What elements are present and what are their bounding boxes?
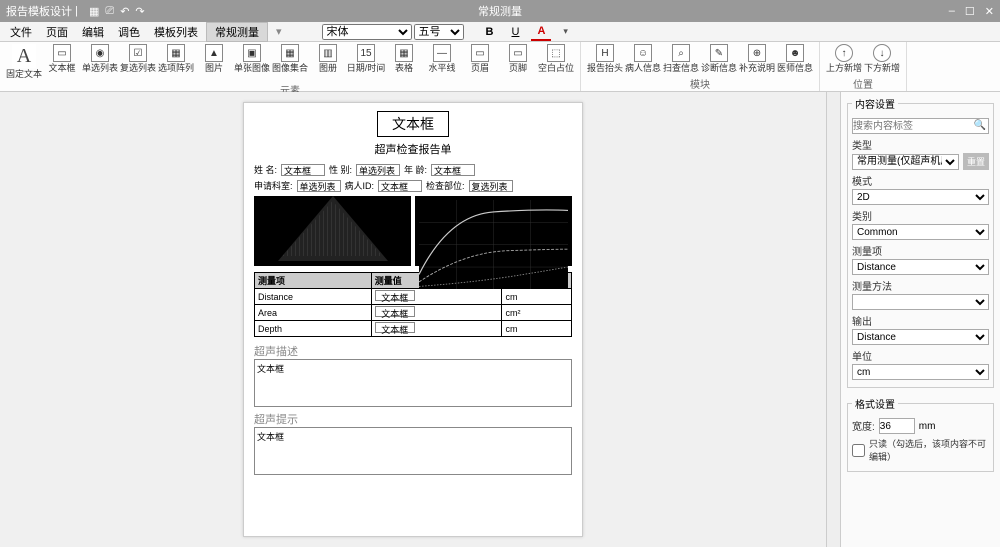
field-name[interactable]: 文本框 [281,164,325,176]
rib-scan-info[interactable]: ⌕扫查信息 [665,44,697,74]
rib-diagnosis-info[interactable]: ✎诊断信息 [703,44,735,74]
report-page: 文本框 超声检查报告单 姓 名:文本框 性 别:单选列表 年 龄:文本框 申请科… [243,102,583,537]
mode-select[interactable]: 2D [852,189,989,205]
ribbon-group-position: 位置 [828,74,898,91]
rib-insert-above[interactable]: ↑上方新增 [828,44,860,74]
hint-title: 超声提示 [254,411,572,427]
rib-check-list[interactable]: ☑复选列表 [122,44,154,74]
align-center-icon[interactable] [610,27,622,37]
vertical-scrollbar[interactable] [826,92,840,547]
rib-insert-below[interactable]: ↓下方新增 [866,44,898,74]
readonly-checkbox[interactable] [852,444,865,457]
menu-edit[interactable]: 编辑 [76,22,110,42]
search-icon[interactable]: 🔍 [974,120,986,131]
rib-single-image[interactable]: ▣单张图像 [236,44,268,74]
rib-radio-list[interactable]: ◉单选列表 [84,44,116,74]
rib-fixed-text[interactable]: A固定文本 [8,44,40,80]
rib-spacer[interactable]: ⬚空白占位 [540,44,572,74]
properties-panel: 内容设置 🔍 类型 常用测量(仅超声机用) 重置 模式2D 类别Common 测… [840,92,1000,547]
graph-image[interactable] [415,196,572,266]
doc-subtitle: 超声检查报告单 [254,141,572,157]
rib-hr[interactable]: —水平线 [426,44,458,74]
hint-box[interactable]: 文本框 [254,427,572,475]
field-dept[interactable]: 单选列表 [297,180,341,192]
search-input[interactable] [852,118,989,134]
rib-picture[interactable]: ▲图片 [198,44,230,74]
table-row: Depth文本框cm [255,321,572,337]
font-family-select[interactable]: 宋体 [322,24,412,40]
field-part[interactable]: 复选列表 [469,180,513,192]
undo-icon[interactable]: ↶ [120,5,129,18]
desc-title: 超声描述 [254,343,572,359]
align-right-icon[interactable] [624,27,636,37]
rib-image-set[interactable]: ▦图像集合 [274,44,306,74]
font-size-select[interactable]: 五号 [414,24,464,40]
ultrasound-image[interactable] [254,196,411,266]
type-select[interactable]: 常用测量(仅超声机用) [852,154,959,170]
align-left-icon[interactable] [596,27,608,37]
content-settings-title: 内容设置 [852,96,898,111]
open-icon[interactable]: ⎚ [105,5,114,18]
rib-extra-info[interactable]: ⊕补充说明 [741,44,773,74]
menu-page[interactable]: 页面 [40,22,74,42]
canvas[interactable]: 文本框 超声检查报告单 姓 名:文本框 性 别:单选列表 年 龄:文本框 申请科… [0,92,826,547]
rib-header[interactable]: ▭页眉 [464,44,496,74]
output-select[interactable]: Distance [852,329,989,345]
valign-middle-icon[interactable] [666,27,678,37]
valign-top-icon[interactable] [652,27,664,37]
table-row: Distance文本框cm [255,289,572,305]
field-age[interactable]: 文本框 [431,164,475,176]
save-icon[interactable]: ▦ [89,5,99,18]
bold-button[interactable]: B [480,24,500,40]
ribbon: A固定文本 ▭文本框 ◉单选列表 ☑复选列表 ▦选项阵列 ▲图片 ▣单张图像 ▦… [0,42,1000,92]
method-select[interactable] [852,294,989,310]
doc-title: 常规测量 [478,3,522,19]
rib-doctor-info[interactable]: ☻医师信息 [779,44,811,74]
menu-templates[interactable]: 模板列表 [148,22,204,42]
window-max-icon[interactable]: ☐ [965,5,975,18]
rib-patient-info[interactable]: ☺病人信息 [627,44,659,74]
rib-footer[interactable]: ▭页脚 [502,44,534,74]
rib-report-header[interactable]: H报告抬头 [589,44,621,74]
reset-button[interactable]: 重置 [963,153,989,170]
redo-icon[interactable]: ↷ [135,5,144,18]
valign-bottom-icon[interactable] [680,27,692,37]
rib-album[interactable]: ▥图册 [312,44,344,74]
menu-bar: 文件 页面 编辑 调色 模板列表 常规测量 ▾ 宋体 五号 B U A ▾ [0,22,1000,42]
menu-file[interactable]: 文件 [4,22,38,42]
window-close-icon[interactable]: ✕ [985,5,994,18]
menu-selected[interactable]: 常规测量 [206,22,268,42]
item-select[interactable]: Distance [852,259,989,275]
table-row: Area文本框cm² [255,305,572,321]
font-color-button[interactable]: A [531,23,551,41]
width-input[interactable] [879,418,915,434]
unit-select[interactable]: cm [852,364,989,380]
doc-title-box[interactable]: 文本框 [377,111,449,137]
ribbon-group-modules: 模块 [589,74,811,91]
rib-table[interactable]: ▦表格 [388,44,420,74]
rib-option-grid[interactable]: ▦选项阵列 [160,44,192,74]
category-select[interactable]: Common [852,224,989,240]
field-pid[interactable]: 文本框 [378,180,422,192]
desc-box[interactable]: 文本框 [254,359,572,407]
rib-textbox[interactable]: ▭文本框 [46,44,78,74]
menu-color[interactable]: 调色 [112,22,146,42]
underline-button[interactable]: U [505,24,525,40]
rib-datetime[interactable]: 15日期/时间 [350,44,382,74]
title-bar: 报告模板设计 | ▦ ⎚ ↶ ↷ 常规测量 – ☐ ✕ [0,0,1000,22]
format-settings-title: 格式设置 [852,396,898,411]
app-title: 报告模板设计 [6,3,72,19]
field-sex[interactable]: 单选列表 [356,164,400,176]
window-min-icon[interactable]: – [949,5,955,18]
